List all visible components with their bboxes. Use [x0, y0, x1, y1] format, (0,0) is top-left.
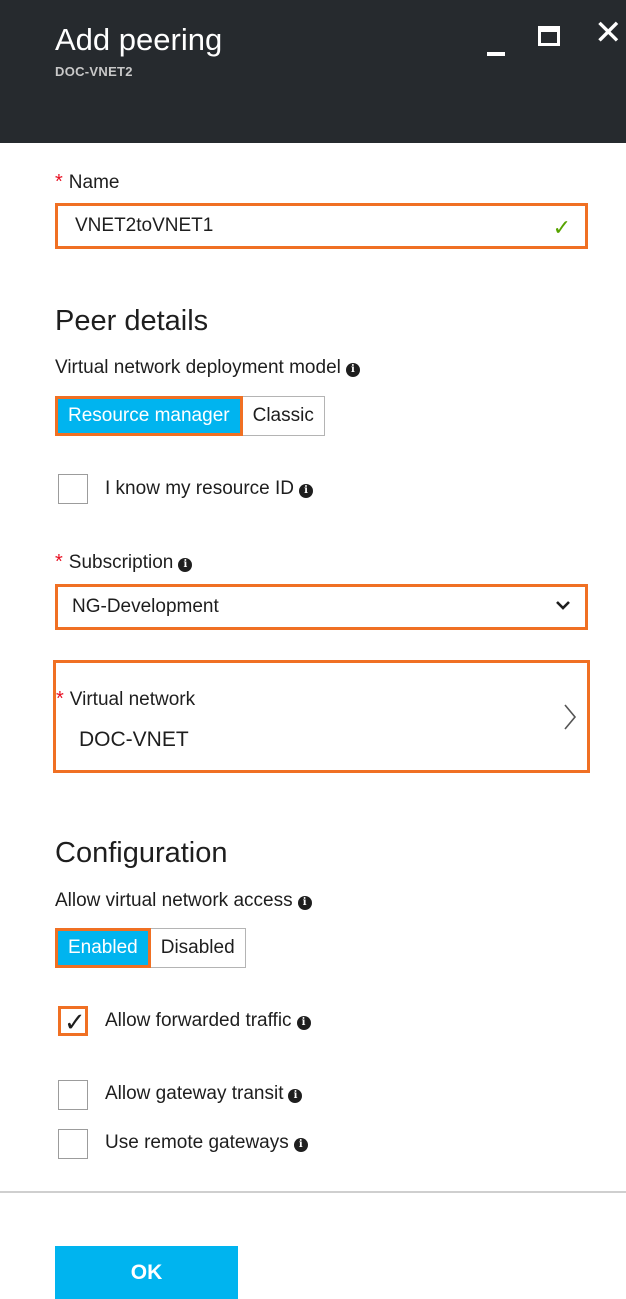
resource-manager-option[interactable]: Resource manager: [55, 396, 243, 436]
deployment-model-toggle: Resource manager Classic: [55, 396, 325, 436]
virtual-network-value: DOC-VNET: [79, 728, 189, 751]
forwarded-traffic-label: Allow forwarded traffic i: [105, 1010, 311, 1032]
required-marker: *: [55, 171, 63, 193]
remote-gateways-label: Use remote gateways i: [105, 1132, 308, 1154]
close-icon[interactable]: ✕: [594, 16, 623, 50]
info-icon[interactable]: i: [297, 896, 312, 910]
name-label: * Name: [55, 171, 120, 193]
subscription-value: NG-Development: [72, 596, 219, 617]
subscription-label: * Subscription i: [55, 551, 193, 574]
required-marker: *: [56, 688, 64, 710]
forwarded-traffic-checkbox[interactable]: ✓: [58, 1006, 88, 1037]
name-input[interactable]: VNET2toVNET1 ✓: [55, 203, 588, 249]
network-access-toggle: Enabled Disabled: [55, 928, 246, 968]
required-marker: *: [55, 551, 63, 573]
info-icon[interactable]: i: [288, 1089, 303, 1103]
ok-button[interactable]: OK: [55, 1246, 238, 1299]
chevron-right-icon: [563, 703, 577, 736]
chevron-down-icon: [555, 595, 571, 616]
deployment-model-label: Virtual network deployment model i: [55, 357, 360, 379]
configuration-heading: Configuration: [55, 837, 228, 869]
virtual-network-label: * Virtual network: [56, 688, 196, 710]
blade-header: Add peering DOC-VNET2 ✕: [0, 0, 626, 143]
network-access-label: Allow virtual network access i: [55, 890, 312, 912]
resource-id-checkbox[interactable]: [58, 474, 88, 504]
peer-details-heading: Peer details: [55, 305, 209, 337]
checkmark-icon: ✓: [64, 1007, 86, 1037]
info-icon[interactable]: i: [345, 363, 360, 377]
footer-divider: [0, 1191, 626, 1193]
info-icon[interactable]: i: [299, 484, 313, 498]
subscription-dropdown[interactable]: NG-Development: [55, 584, 588, 630]
classic-option[interactable]: Classic: [242, 396, 325, 436]
disabled-option[interactable]: Disabled: [150, 928, 246, 968]
info-icon[interactable]: i: [293, 1138, 308, 1152]
enabled-option[interactable]: Enabled: [55, 928, 151, 968]
minimize-icon[interactable]: [487, 52, 505, 56]
gateway-transit-label: Allow gateway transit i: [105, 1083, 303, 1105]
name-input-value: VNET2toVNET1: [75, 215, 214, 236]
virtual-network-selector[interactable]: * Virtual network DOC-VNET: [53, 660, 590, 773]
remote-gateways-checkbox[interactable]: [58, 1129, 88, 1159]
info-icon[interactable]: i: [178, 558, 193, 572]
gateway-transit-checkbox[interactable]: [58, 1080, 88, 1110]
resource-id-label: I know my resource ID i: [105, 478, 313, 500]
blade-subtitle: DOC-VNET2: [55, 64, 133, 79]
maximize-icon[interactable]: [538, 26, 560, 46]
blade-title: Add peering: [55, 22, 223, 57]
info-icon[interactable]: i: [296, 1016, 311, 1030]
valid-check-icon: ✓: [552, 215, 571, 240]
